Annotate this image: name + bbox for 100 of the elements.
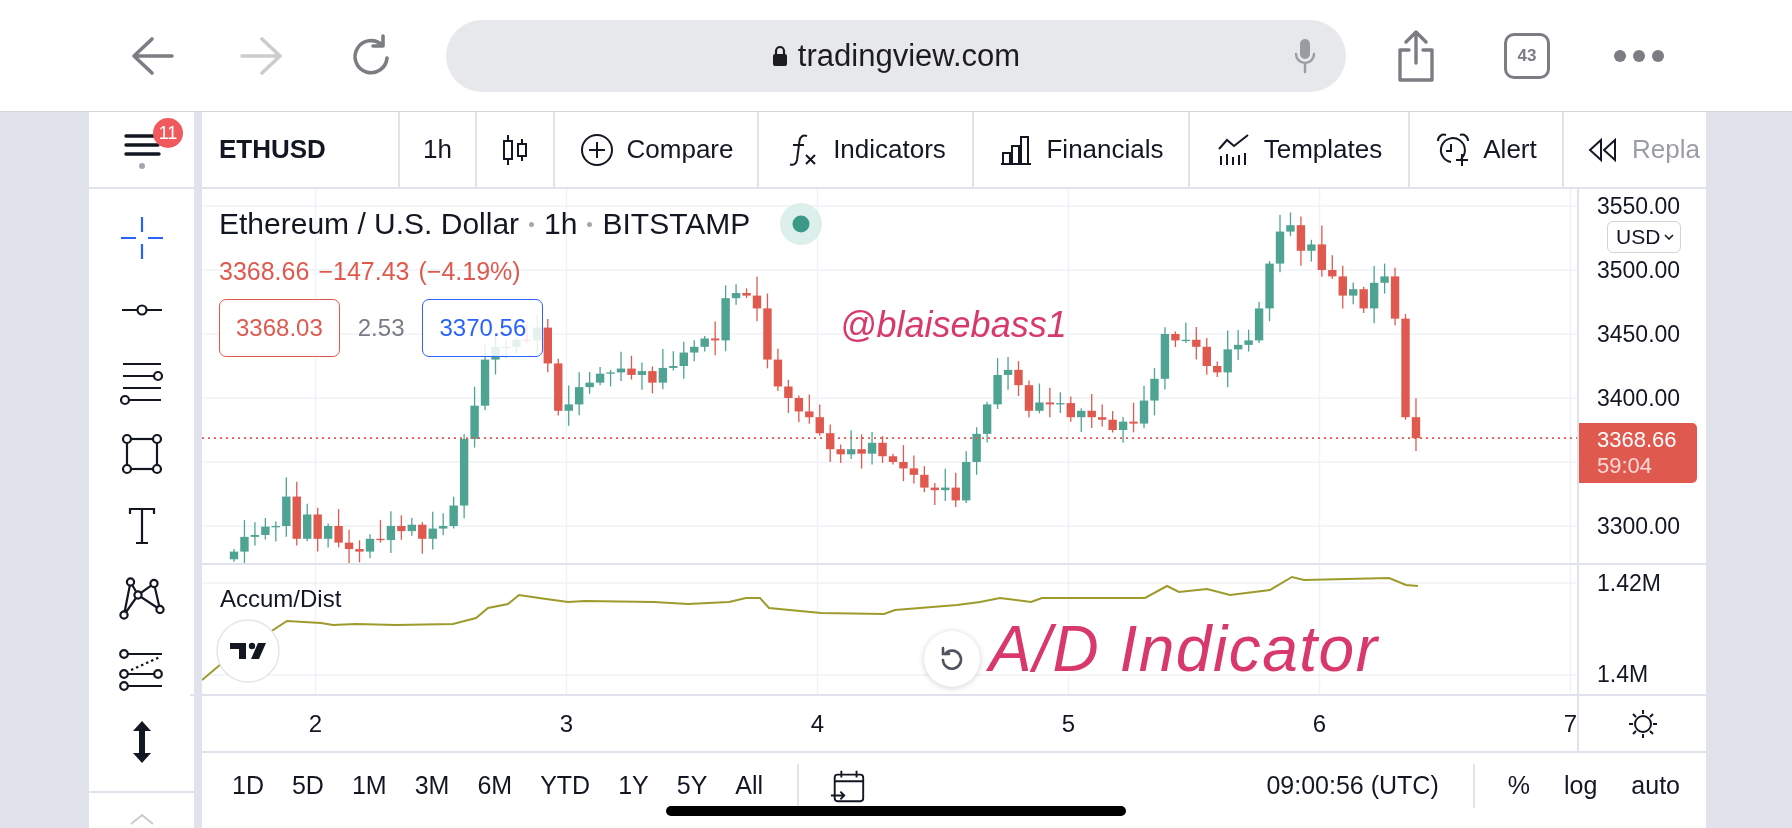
bullish-candle xyxy=(941,468,950,502)
bullish-candle xyxy=(386,510,396,554)
indicator-label: Accum/Dist xyxy=(220,585,342,613)
bullish-candle xyxy=(303,503,312,542)
bullish-candle xyxy=(470,386,479,449)
time-label: 2 xyxy=(308,709,323,738)
bullish-candle xyxy=(982,401,992,444)
bullish-candle xyxy=(700,335,709,353)
exchange-label: BITSTAMP xyxy=(602,207,751,241)
bullish-candle xyxy=(962,450,971,504)
range-button[interactable]: 1Y xyxy=(614,767,653,804)
logo-icon[interactable] xyxy=(216,619,280,683)
reset-button[interactable] xyxy=(924,631,980,687)
bullish-candle xyxy=(439,512,448,536)
bearish-candle xyxy=(313,507,322,553)
address-bar[interactable]: tradingview.com xyxy=(446,19,1346,92)
bearish-candle xyxy=(1014,360,1023,397)
bullish-candle xyxy=(637,361,647,391)
sell-button[interactable]: 3368.03 xyxy=(219,299,340,357)
range-button[interactable]: 5D xyxy=(287,767,328,804)
bearish-candle xyxy=(418,521,427,555)
bearish-candle xyxy=(920,465,929,493)
symbol-button[interactable]: ETHUSD xyxy=(202,112,400,187)
pattern-icon[interactable] xyxy=(117,574,166,622)
separator-dot-icon xyxy=(529,221,535,227)
bearish-candle xyxy=(1087,393,1096,429)
bullish-candle xyxy=(1056,391,1065,414)
bearish-candle xyxy=(1045,387,1055,418)
lock-icon xyxy=(771,45,788,66)
countdown-text: 59:04 xyxy=(1597,453,1653,479)
range-button[interactable]: 1D xyxy=(228,767,268,804)
bullish-candle xyxy=(846,429,856,460)
bearish-candle xyxy=(627,355,636,381)
time-label: 7 xyxy=(1563,709,1578,738)
interval-button[interactable]: 1h xyxy=(400,112,477,187)
bullish-candle xyxy=(1160,326,1170,391)
clock-label: 09:00:56 (UTC) xyxy=(1266,771,1439,800)
bearish-candle xyxy=(355,539,364,563)
range-button[interactable]: 3M xyxy=(410,767,454,804)
spread-value: 2.53 xyxy=(357,314,405,342)
range-button[interactable]: 6M xyxy=(473,767,517,804)
indicators-button[interactable]: Indicators xyxy=(759,112,974,187)
price-label: 3500.00 xyxy=(1596,257,1681,283)
bearish-candle xyxy=(1359,286,1368,314)
symbol-title: Ethereum / U.S. Dollar xyxy=(219,207,520,241)
bearish-candle xyxy=(1066,395,1075,423)
bearish-candle xyxy=(648,365,657,395)
separator-dot-icon xyxy=(587,221,593,227)
bearish-candle xyxy=(909,454,919,485)
bearish-candle xyxy=(1171,330,1180,348)
bearish-candle xyxy=(554,358,563,417)
alarm-clock-icon xyxy=(1435,131,1472,168)
price-label: 3450.00 xyxy=(1596,321,1681,347)
projection-lines-icon[interactable] xyxy=(117,646,166,694)
bullish-candle xyxy=(690,339,699,362)
bearish-candle xyxy=(710,320,720,356)
bullish-candle xyxy=(564,384,573,427)
scale-option-button[interactable]: % xyxy=(1507,771,1530,800)
more-icon[interactable] xyxy=(1613,48,1665,63)
bullish-candle xyxy=(1181,322,1191,344)
settings-icon[interactable] xyxy=(1626,707,1659,740)
bearish-candle xyxy=(292,481,301,547)
currency-button[interactable]: USD xyxy=(1607,221,1682,253)
bearish-candle xyxy=(376,519,385,544)
bullish-candle xyxy=(261,517,270,541)
tag-price-text: 3368.66 xyxy=(1597,427,1677,453)
tabs-button[interactable]: 43 xyxy=(1504,32,1550,79)
bullish-candle xyxy=(1150,367,1159,417)
bullish-candle xyxy=(1139,385,1149,429)
caret-icon xyxy=(1664,234,1675,240)
time-label: 5 xyxy=(1061,709,1076,738)
time-label: 4 xyxy=(810,709,825,738)
percent-change: (−4.19%) xyxy=(418,257,521,285)
bearish-candle xyxy=(1129,402,1138,433)
bullish-candle xyxy=(972,426,981,476)
bearish-candle xyxy=(344,529,354,563)
scale-option-button[interactable]: auto xyxy=(1631,771,1680,800)
compare-button[interactable]: Compare xyxy=(555,112,759,187)
bullish-candle xyxy=(1118,416,1128,444)
indicator-axis-label: 1.4M xyxy=(1597,660,1649,688)
financials-button[interactable]: Financials xyxy=(974,112,1190,187)
templates-button[interactable]: Templates xyxy=(1190,112,1410,187)
bearish-candle xyxy=(930,482,939,506)
bearish-candle xyxy=(543,318,552,373)
range-button[interactable]: 1M xyxy=(347,767,391,804)
bullish-candle xyxy=(1307,239,1316,263)
price-label: 3550.00 xyxy=(1596,193,1681,219)
range-button[interactable]: All xyxy=(731,767,768,804)
bullish-candle xyxy=(1349,281,1358,305)
alert-button[interactable]: Alert xyxy=(1410,112,1564,187)
bullish-candle xyxy=(323,522,333,549)
range-button[interactable]: YTD xyxy=(536,767,595,804)
time-label: 3 xyxy=(559,709,574,738)
indicator-axis-label: 1.42M xyxy=(1597,569,1661,597)
bearish-candle xyxy=(815,403,824,437)
bearish-candle xyxy=(334,508,343,548)
scale-option-button[interactable]: log xyxy=(1563,771,1598,800)
range-button[interactable]: 5Y xyxy=(672,767,712,804)
bearish-candle xyxy=(1202,337,1211,376)
buy-button[interactable]: 3370.56 xyxy=(422,299,544,357)
